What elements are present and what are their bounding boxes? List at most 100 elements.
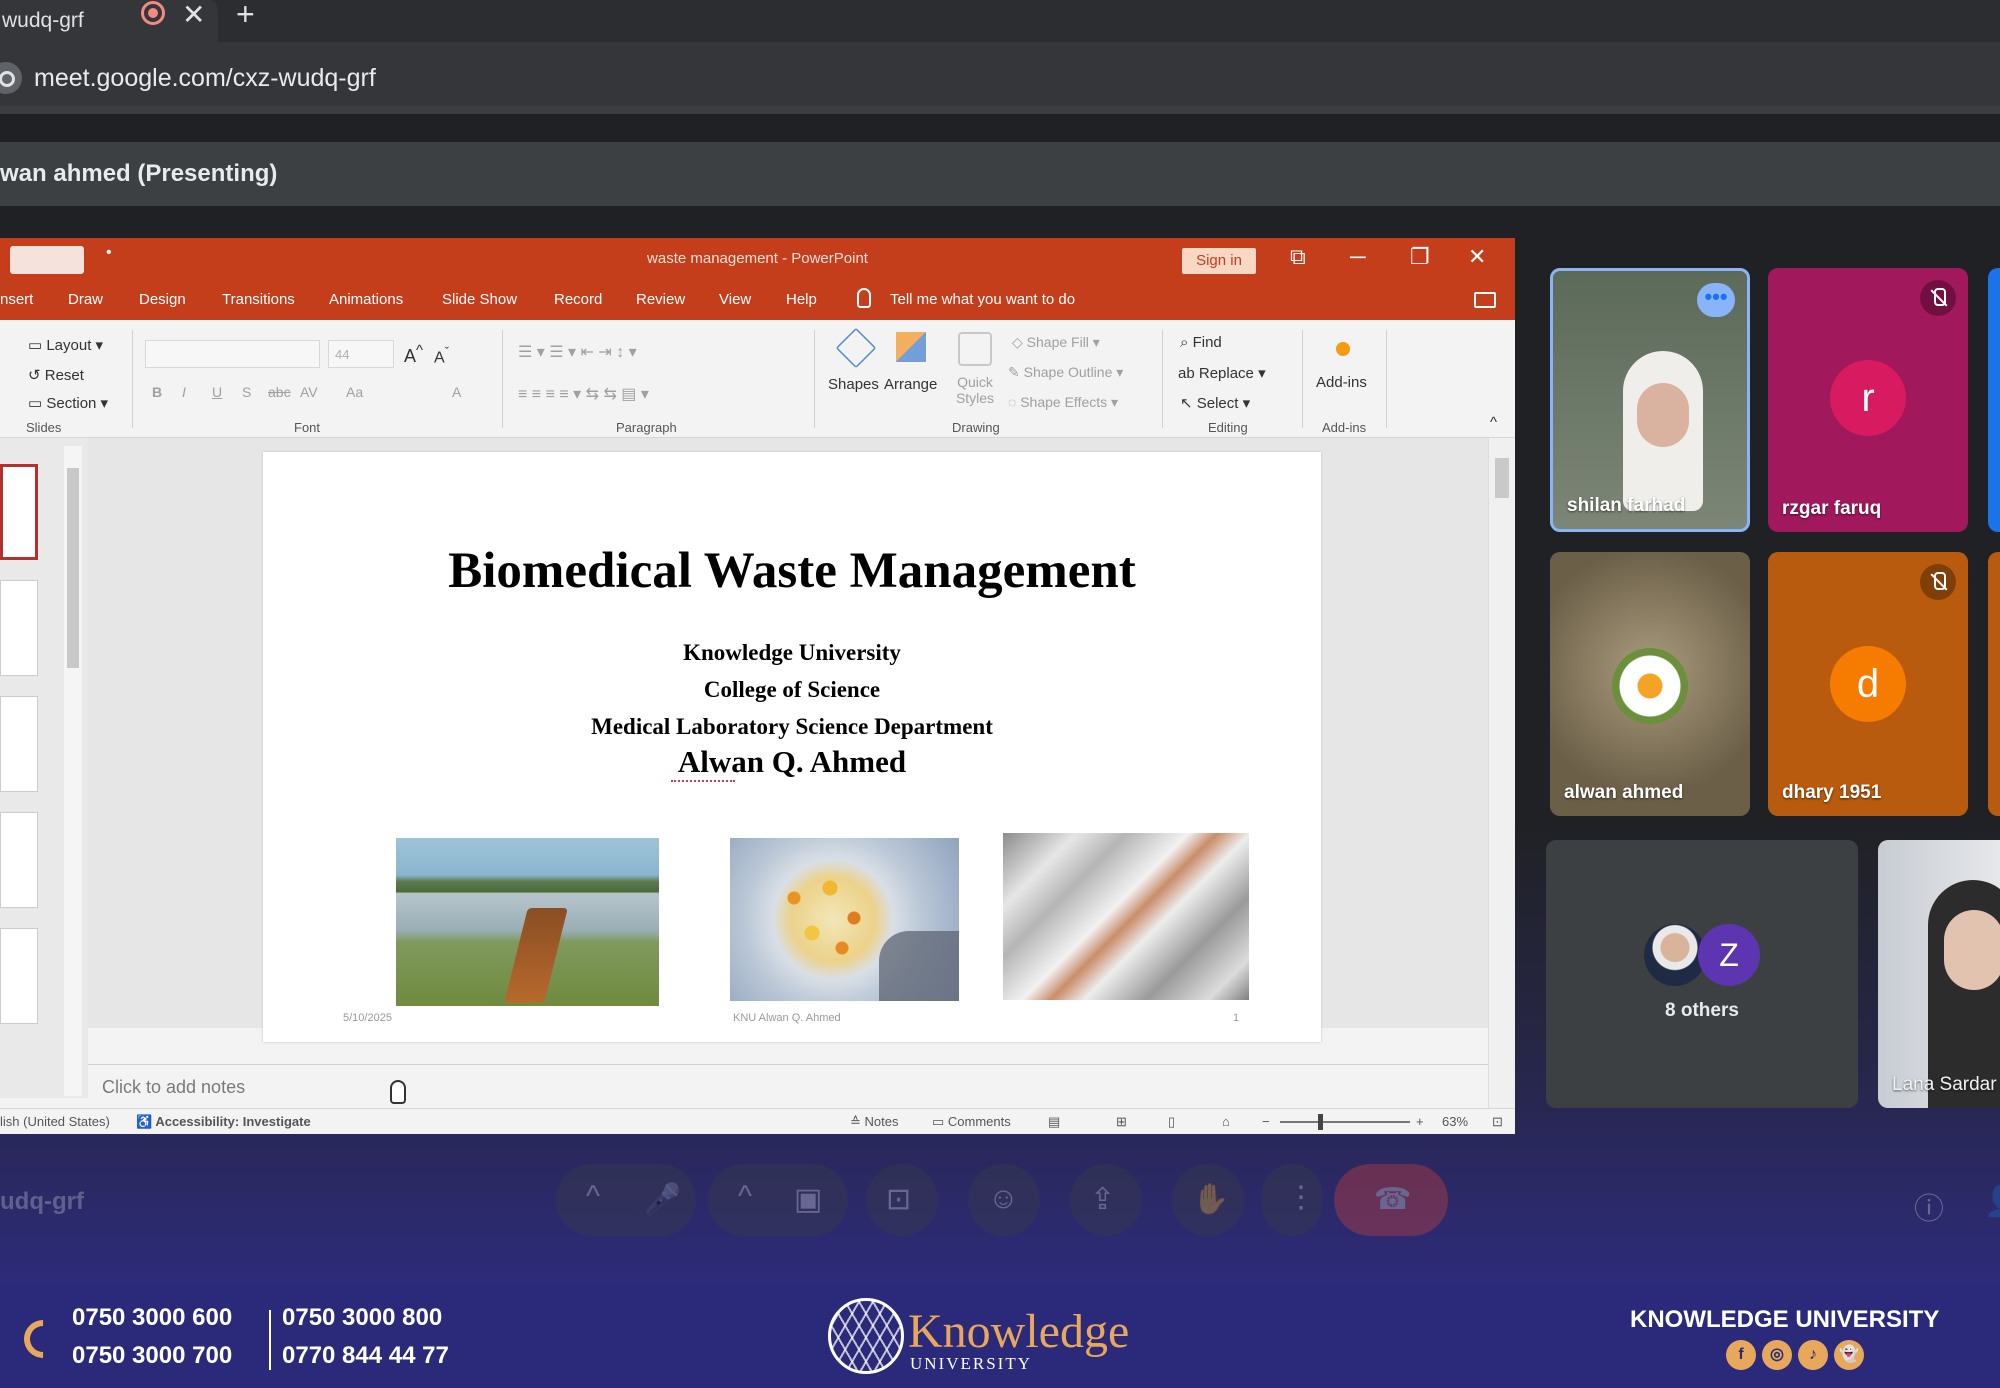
camera-button[interactable]: ^ ▣ [708, 1164, 848, 1236]
select-button[interactable]: ↖ Select ▾ [1180, 394, 1250, 412]
instagram-icon[interactable]: ◎ [1762, 1340, 1792, 1370]
notes-toggle[interactable]: ≙ Notes [850, 1114, 898, 1130]
participant-tile-others[interactable]: Z 8 others [1546, 840, 1858, 1108]
font-size-field[interactable]: 44 [328, 340, 394, 368]
section-button[interactable]: ▭ Section ▾ [28, 394, 108, 412]
site-info-icon[interactable] [0, 62, 22, 94]
comments-toggle[interactable]: ▭ Comments [932, 1114, 1011, 1130]
slide-scrollbar[interactable] [1488, 438, 1515, 1108]
raise-hand-button[interactable]: ✋ [1172, 1164, 1244, 1236]
close-tab-icon[interactable]: ✕ [182, 0, 205, 31]
ribbon-display-icon[interactable]: ⧉ [1290, 244, 1306, 270]
meeting-info-icon[interactable]: ⓘ [1914, 1184, 1944, 1228]
restore-icon[interactable]: ❐ [1410, 244, 1430, 270]
participant-tile-dhary[interactable]: d dhary 1951 [1768, 552, 1968, 816]
participant-tile-lana[interactable]: Lana Sardar [1878, 840, 2000, 1108]
replace-button[interactable]: ab Replace ▾ [1178, 364, 1266, 382]
zoom-level[interactable]: 63% [1442, 1114, 1468, 1129]
slide-thumbnail-1[interactable] [0, 464, 38, 560]
browser-tab[interactable]: wudq-grf ✕ [0, 0, 218, 42]
participant-tile-alwan[interactable]: alwan ahmed [1550, 552, 1750, 816]
reset-button[interactable]: ↺ Reset [28, 366, 84, 384]
slide-thumbnail-4[interactable] [0, 812, 38, 908]
accessibility-status[interactable]: ♿ Accessibility: Investigate [136, 1114, 311, 1130]
shapes-button[interactable]: Shapes [828, 376, 879, 393]
comments-icon[interactable] [1474, 292, 1496, 308]
tab-insert[interactable]: nsert [0, 291, 33, 308]
notes-pane[interactable]: Click to add notes [88, 1064, 1488, 1108]
align-icons[interactable]: ≡ ≡ ≡ ≡ ▾ ⇆ ⇆ ▤ ▾ [518, 384, 649, 404]
minimize-icon[interactable]: ─ [1350, 244, 1366, 270]
slide-author[interactable]: Alwan Q. Ahmed [263, 744, 1321, 780]
char-spacing-button[interactable]: AV [300, 384, 318, 400]
grow-font-icon[interactable]: A^ [404, 342, 423, 367]
wastewater-river-image[interactable] [396, 838, 659, 1006]
normal-view-icon[interactable]: ▤ [1048, 1114, 1060, 1130]
slide-line-department[interactable]: Medical Laboratory Science Department [263, 714, 1321, 740]
sign-in-button[interactable]: Sign in [1182, 248, 1256, 274]
change-case-button[interactable]: Aa [346, 384, 363, 400]
slide-title[interactable]: Biomedical Waste Management [263, 542, 1321, 600]
slide-thumbnail-3[interactable] [0, 696, 38, 792]
slideshow-view-icon[interactable]: ⌂ [1222, 1114, 1230, 1129]
slide-thumbnail-2[interactable] [0, 580, 38, 676]
emoji-button[interactable]: ☺ [968, 1164, 1040, 1236]
participant-tile-rzgar[interactable]: r rzgar faruq [1768, 268, 1968, 532]
addins-button[interactable]: Add-ins [1316, 374, 1367, 391]
shape-fill-button[interactable]: ◇ Shape Fill ▾ [1012, 334, 1100, 351]
font-name-field[interactable] [145, 340, 320, 368]
slide-line-college[interactable]: College of Science [263, 677, 1321, 703]
bullets-icon[interactable]: ☰ ▾ ☰ ▾ ⇤ ⇥ ↕ ▾ [518, 342, 637, 362]
new-tab-button[interactable]: + [236, 0, 255, 33]
italic-button[interactable]: I [182, 384, 186, 400]
tab-draw[interactable]: Draw [68, 291, 103, 308]
people-icon[interactable]: 👤 [1984, 1184, 2000, 1219]
tab-design[interactable]: Design [139, 291, 186, 308]
close-window-icon[interactable]: ✕ [1468, 244, 1486, 270]
mic-button[interactable]: ^ 🎤 [556, 1164, 696, 1236]
fit-slide-icon[interactable]: ⊡ [1492, 1114, 1503, 1130]
tab-transitions[interactable]: Transitions [222, 291, 295, 308]
shape-outline-button[interactable]: ✎ Shape Outline ▾ [1008, 364, 1123, 381]
address-bar[interactable]: meet.google.com/cxz-wudq-grf [0, 42, 2000, 114]
slide-thumbnail-5[interactable] [0, 928, 38, 1024]
zoom-out-icon[interactable]: − [1262, 1114, 1270, 1129]
tab-help[interactable]: Help [786, 291, 817, 308]
shadow-button[interactable]: S [242, 384, 251, 400]
slide-line-university[interactable]: Knowledge University [263, 640, 1321, 666]
tab-view[interactable]: View [719, 291, 751, 308]
scrollbar-thumb[interactable] [1495, 458, 1509, 498]
font-color-button[interactable]: A [452, 384, 461, 400]
language-status[interactable]: lish (United States) [0, 1114, 110, 1129]
underline-button[interactable]: U [212, 384, 222, 400]
tab-review[interactable]: Review [636, 291, 685, 308]
tab-animations[interactable]: Animations [329, 291, 403, 308]
thumbnails-scrollbar[interactable] [64, 446, 82, 1096]
petri-dish-image[interactable] [730, 838, 959, 1001]
slide-sorter-icon[interactable]: ⊞ [1116, 1114, 1127, 1130]
collapse-ribbon-icon[interactable]: ^ [1490, 414, 1497, 431]
find-button[interactable]: ⌕ Find [1180, 334, 1222, 351]
layout-button[interactable]: ▭ Layout ▾ [28, 336, 103, 354]
medical-waste-image[interactable] [1003, 833, 1249, 1000]
notes-placeholder[interactable]: Click to add notes [102, 1077, 245, 1098]
shape-effects-button[interactable]: ◌ Shape Effects ▾ [1008, 394, 1118, 411]
url-text[interactable]: meet.google.com/cxz-wudq-grf [34, 64, 376, 93]
more-options-button[interactable]: ⋮ [1262, 1164, 1322, 1236]
end-call-button[interactable]: ☎ [1334, 1164, 1448, 1236]
facebook-icon[interactable]: f [1726, 1340, 1756, 1370]
zoom-in-icon[interactable]: + [1416, 1114, 1424, 1129]
reading-view-icon[interactable]: ▯ [1168, 1114, 1175, 1130]
shrink-font-icon[interactable]: Aˇ [434, 344, 449, 367]
tiktok-icon[interactable]: ♪ [1798, 1340, 1828, 1370]
slide-canvas[interactable]: Biomedical Waste Management Knowledge Un… [263, 452, 1321, 1042]
snapchat-icon[interactable]: 👻 [1834, 1340, 1864, 1370]
scrollbar-thumb[interactable] [67, 468, 79, 668]
participant-tile-shilan[interactable]: ••• shilan farhad [1550, 268, 1750, 532]
present-button[interactable]: ⇪ [1070, 1164, 1142, 1236]
tab-record[interactable]: Record [554, 291, 602, 308]
tell-me-search[interactable]: Tell me what you want to do [890, 291, 1075, 308]
zoom-slider-knob[interactable] [1318, 1114, 1323, 1130]
arrange-button[interactable]: Arrange [884, 376, 937, 393]
captions-button[interactable]: ⊡ [866, 1164, 938, 1236]
